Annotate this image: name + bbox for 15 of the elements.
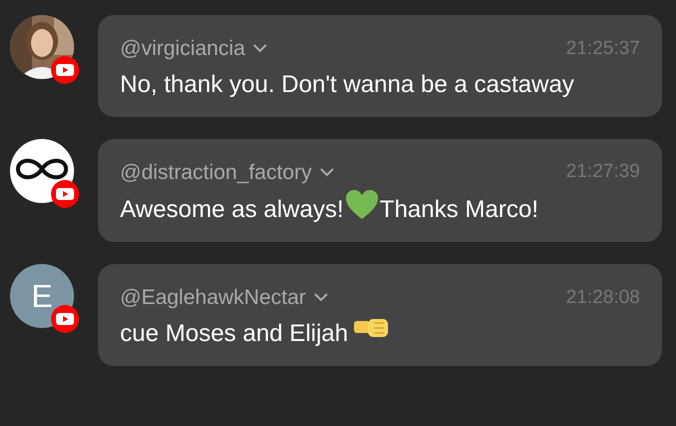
video-badge-icon bbox=[50, 178, 80, 208]
video-badge-icon bbox=[50, 55, 80, 85]
message-text: Thanks Marco! bbox=[380, 196, 538, 223]
fist-emoji-icon bbox=[354, 316, 388, 338]
username[interactable]: @EaglehawkNectar bbox=[120, 282, 306, 314]
username[interactable]: @distraction_factory bbox=[120, 156, 312, 188]
chevron-down-icon[interactable] bbox=[314, 293, 328, 302]
chevron-down-icon[interactable] bbox=[253, 44, 268, 54]
message-text: Awesome as always! bbox=[120, 196, 344, 223]
message-text: cue Moses and Elijah bbox=[120, 320, 348, 346]
video-badge-icon bbox=[50, 304, 80, 334]
message-text: No, thank you. Don't wanna be a castaway bbox=[120, 70, 574, 98]
username[interactable]: @virgiciancia bbox=[120, 33, 246, 64]
heart-emoji-icon bbox=[346, 190, 378, 220]
chevron-down-icon[interactable] bbox=[320, 168, 334, 177]
